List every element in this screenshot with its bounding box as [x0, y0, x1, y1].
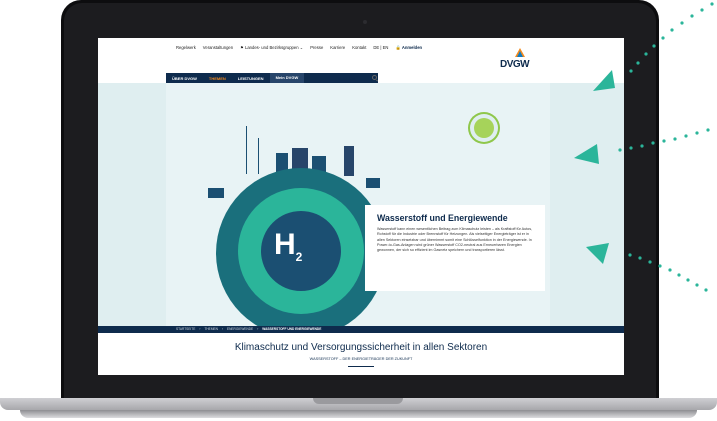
- arrow-dot: [661, 36, 665, 40]
- utility-link-kontakt[interactable]: Kontakt: [352, 45, 366, 51]
- breadcrumb-item-themen[interactable]: THEMEN: [204, 327, 217, 331]
- arrow-dot: [695, 283, 699, 287]
- login-link[interactable]: 🔒 Anmelden: [395, 45, 422, 51]
- hero-section: H2 Wasserstoff und Energiewende Wasserst…: [98, 83, 624, 338]
- hero-title: Wasserstoff und Energiewende: [377, 213, 508, 223]
- laptop-base-shadow: [20, 410, 697, 418]
- logo-drop-icon: [517, 51, 523, 57]
- arrow-dot: [673, 137, 677, 141]
- section-subtitle: WASSERSTOFF – DER ENERGIETRÄGER DER ZUKU…: [309, 357, 413, 361]
- breadcrumb-separator: ›: [221, 327, 223, 331]
- language-switch[interactable]: DE | EN: [373, 45, 388, 51]
- nav-item-themen[interactable]: THEMEN: [203, 76, 232, 81]
- laptop-notch: [313, 398, 403, 404]
- top-bar: Regelwerk Veranstaltungen ⚑ Landes- und …: [98, 38, 624, 73]
- arrow-dot: [668, 268, 672, 272]
- hero-body: Wasserstoff kann einen wesentlichen Beit…: [377, 227, 533, 253]
- breadcrumb-item-startseite[interactable]: STARTSEITE: [176, 327, 195, 331]
- utility-link-landesgruppen-label: Landes- und Bezirksgruppen: [245, 45, 299, 50]
- breadcrumb-item-current: WASSERSTOFF UND ENERGIEWENDE: [262, 327, 322, 331]
- arrow-dot: [680, 21, 684, 25]
- utility-link-karriere[interactable]: Karriere: [330, 45, 345, 51]
- dvgw-logo[interactable]: DVGW: [500, 48, 530, 70]
- arrow-dot: [706, 128, 710, 132]
- main-nav: ÜBER DVGW THEMEN LEISTUNGEN Mein DVGW SU…: [98, 73, 624, 83]
- breadcrumb-separator: ›: [199, 327, 201, 331]
- utility-link-presse[interactable]: Presse: [310, 45, 323, 51]
- h2-symbol: H2: [274, 228, 302, 264]
- breadcrumb-item-energiewende[interactable]: ENERGIEWENDE: [227, 327, 253, 331]
- section-title: Klimaschutz und Versorgungssicherheit in…: [234, 342, 488, 353]
- logo-text: DVGW: [500, 59, 530, 70]
- search-icon[interactable]: [372, 75, 377, 80]
- laptop-screen: Regelwerk Veranstaltungen ⚑ Landes- und …: [98, 38, 624, 375]
- wind-turbine-icon-2: [258, 138, 259, 174]
- utility-link-veranstaltungen[interactable]: Veranstaltungen: [203, 45, 233, 51]
- h2-letter: H: [274, 228, 296, 261]
- h2-subscript: 2: [295, 250, 303, 264]
- nav-item-ueber-dvgw[interactable]: ÜBER DVGW: [166, 76, 203, 81]
- wind-turbine-icon: [246, 126, 247, 174]
- search-label[interactable]: SUCHEN: [338, 76, 355, 81]
- truck-icon: [366, 178, 380, 188]
- camera-icon: [363, 20, 367, 24]
- arrow-dot: [710, 2, 714, 6]
- arrow-dot: [704, 288, 708, 292]
- breadcrumb: STARTSEITE › THEMEN › ENERGIEWENDE › WAS…: [98, 326, 624, 333]
- breadcrumb-separator: ›: [257, 327, 259, 331]
- utility-link-regelwerk[interactable]: Regelwerk: [176, 45, 196, 51]
- nav-item-leistungen[interactable]: LEISTUNGEN: [232, 76, 270, 81]
- utility-nav: Regelwerk Veranstaltungen ⚑ Landes- und …: [176, 45, 422, 51]
- breadcrumb-row: STARTSEITE › THEMEN › ENERGIEWENDE › WAS…: [176, 327, 321, 331]
- arrow-dot: [677, 273, 681, 277]
- arrow-dot: [700, 8, 704, 12]
- intro-section: Klimaschutz und Versorgungssicherheit in…: [98, 333, 624, 375]
- arrow-dot: [670, 28, 674, 32]
- arrow-dot: [690, 14, 694, 18]
- arrow-dot: [686, 278, 690, 282]
- arrow-dot: [695, 131, 699, 135]
- nav-item-mein-dvgw[interactable]: Mein DVGW: [269, 73, 305, 83]
- hero-info-box: Wasserstoff und Energiewende Wasserstoff…: [365, 205, 545, 291]
- section-divider: [348, 366, 374, 367]
- train-icon: [208, 188, 224, 198]
- utility-link-landesgruppen[interactable]: ⚑ Landes- und Bezirksgruppen ⌄: [240, 45, 303, 51]
- arrow-dot: [662, 139, 666, 143]
- arrow-dot: [684, 134, 688, 138]
- login-label: Anmelden: [401, 45, 423, 50]
- sun-icon: [474, 118, 494, 138]
- pylon-icon: [344, 146, 354, 176]
